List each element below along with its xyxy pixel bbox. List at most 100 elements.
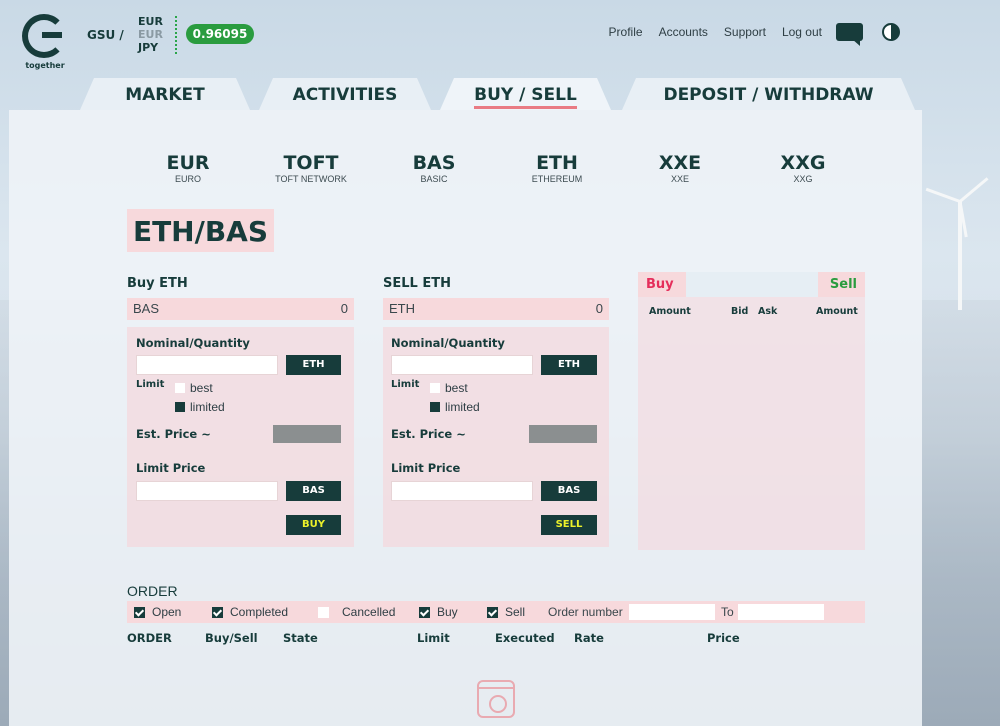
filter-label: Completed xyxy=(230,605,289,619)
book-tab-gap xyxy=(686,272,818,297)
buy-limit-label: Limit xyxy=(136,379,165,390)
filter-buy[interactable]: Buy xyxy=(419,605,458,619)
asset-name: XXG xyxy=(793,174,813,184)
asset-xxe[interactable]: XXE XXE xyxy=(625,152,735,184)
buy-balance: BAS 0 xyxy=(127,298,354,320)
buy-est-price-field xyxy=(273,425,341,443)
nav-support[interactable]: Support xyxy=(724,25,766,39)
asset-toft[interactable]: TOFT TOFT NETWORK xyxy=(256,152,366,184)
checkbox[interactable] xyxy=(419,606,430,618)
filter-label: Open xyxy=(152,605,182,619)
nav-profile[interactable]: Profile xyxy=(609,25,643,39)
sell-title: SELL ETH xyxy=(383,276,451,291)
top-nav: Profile Accounts Support Log out xyxy=(609,25,822,39)
checkbox[interactable] xyxy=(430,402,440,412)
tab-deposit-withdraw[interactable]: DEPOSIT / WITHDRAW xyxy=(622,78,915,110)
book-tab-buy[interactable]: Buy xyxy=(638,272,686,297)
buy-price-unit-button[interactable]: BAS xyxy=(286,481,341,501)
buy-opt-best[interactable]: best xyxy=(175,381,213,395)
asset-eth[interactable]: ETH ETHEREUM xyxy=(502,152,612,184)
balance-currency: ETH xyxy=(389,301,415,316)
tab-market[interactable]: MARKET xyxy=(80,78,250,110)
balance-currency: BAS xyxy=(133,301,160,316)
asset-name: XXE xyxy=(670,174,689,184)
logo[interactable]: together xyxy=(22,14,68,74)
asset-name: TOFT NETWORK xyxy=(275,174,347,184)
asset-bas[interactable]: BAS BASIC xyxy=(379,152,489,184)
book-col-bid: Bid xyxy=(731,306,749,317)
asset-code: EUR xyxy=(166,152,210,174)
filter-completed[interactable]: Completed xyxy=(212,605,288,619)
checkbox[interactable] xyxy=(175,402,185,412)
book-col-ask: Ask xyxy=(758,306,778,317)
order-to-input[interactable] xyxy=(738,604,824,620)
book-col-amount: Amount xyxy=(816,306,858,317)
contrast-toggle-icon[interactable] xyxy=(882,23,900,41)
nav-logout[interactable]: Log out xyxy=(782,25,822,39)
tab-label: DEPOSIT / WITHDRAW xyxy=(663,85,874,105)
sell-nominal-label: Nominal/Quantity xyxy=(391,336,505,350)
col-state: State xyxy=(283,631,318,645)
asset-eur[interactable]: EUR EURO xyxy=(133,152,243,184)
buy-opt-limited[interactable]: limited xyxy=(175,400,225,414)
sell-price-unit-button[interactable]: BAS xyxy=(541,481,597,501)
filter-label: Buy xyxy=(437,605,458,619)
buy-nominal-label: Nominal/Quantity xyxy=(136,336,250,350)
currency-item: EUR xyxy=(138,28,163,41)
filter-open[interactable]: Open xyxy=(134,605,181,619)
buy-unit-button[interactable]: ETH xyxy=(286,355,341,375)
gsu-label: GSU / xyxy=(87,28,124,42)
buy-title: Buy ETH xyxy=(127,276,188,291)
filter-sell[interactable]: Sell xyxy=(487,605,525,619)
buy-button[interactable]: BUY xyxy=(286,515,341,535)
checkbox[interactable] xyxy=(175,383,185,393)
sell-limit-price-input[interactable] xyxy=(391,481,533,501)
option-label: best xyxy=(190,381,213,395)
sell-balance: ETH 0 xyxy=(383,298,609,320)
asset-code: TOFT xyxy=(283,152,339,174)
filter-label: Sell xyxy=(505,605,526,619)
filter-cancelled[interactable]: Cancelled xyxy=(318,605,395,619)
buy-quantity-input[interactable] xyxy=(136,355,278,375)
sell-opt-limited[interactable]: limited xyxy=(430,400,480,414)
checkbox[interactable] xyxy=(487,606,498,618)
divider xyxy=(175,16,177,54)
sell-opt-best[interactable]: best xyxy=(430,381,468,395)
checkbox[interactable] xyxy=(318,606,329,618)
sell-est-label: Est. Price ~ xyxy=(391,427,466,441)
option-label: limited xyxy=(190,400,225,414)
nav-accounts[interactable]: Accounts xyxy=(659,25,708,39)
sell-unit-button[interactable]: ETH xyxy=(541,355,597,375)
chat-icon[interactable] xyxy=(836,23,863,46)
asset-name: ETHEREUM xyxy=(531,174,583,184)
tab-buy-sell[interactable]: BUY / SELL xyxy=(440,78,611,110)
orders-title: ORDER xyxy=(127,583,178,599)
checkbox[interactable] xyxy=(212,606,223,618)
col-limit: Limit xyxy=(417,631,450,645)
order-number-input[interactable] xyxy=(629,604,715,620)
col-price: Price xyxy=(707,631,740,645)
filter-label: Cancelled xyxy=(342,605,396,619)
currency-item: EUR xyxy=(138,15,163,28)
g-logo-icon xyxy=(22,14,66,58)
asset-name: EURO xyxy=(174,174,201,184)
wind-turbine-image xyxy=(925,170,1000,310)
asset-code: XXE xyxy=(658,152,702,174)
sell-quantity-input[interactable] xyxy=(391,355,533,375)
buy-limit-price-label: Limit Price xyxy=(136,461,206,475)
to-label: To xyxy=(721,605,734,619)
currency-stack[interactable]: EUR EUR JPY xyxy=(138,15,163,54)
checkbox[interactable] xyxy=(134,606,145,618)
option-label: limited xyxy=(445,400,480,414)
col-buy-sell: Buy/Sell xyxy=(205,631,258,645)
asset-xxg[interactable]: XXG XXG xyxy=(748,152,858,184)
book-tab-sell[interactable]: Sell xyxy=(818,272,865,297)
checkbox[interactable] xyxy=(430,383,440,393)
logo-tagline: together xyxy=(25,61,65,70)
col-executed: Executed xyxy=(495,631,555,645)
currency-item: JPY xyxy=(138,41,159,54)
buy-limit-price-input[interactable] xyxy=(136,481,278,501)
pair-title: ETH/BAS xyxy=(127,209,274,252)
tab-activities[interactable]: ACTIVITIES xyxy=(259,78,431,110)
sell-button[interactable]: SELL xyxy=(541,515,597,535)
